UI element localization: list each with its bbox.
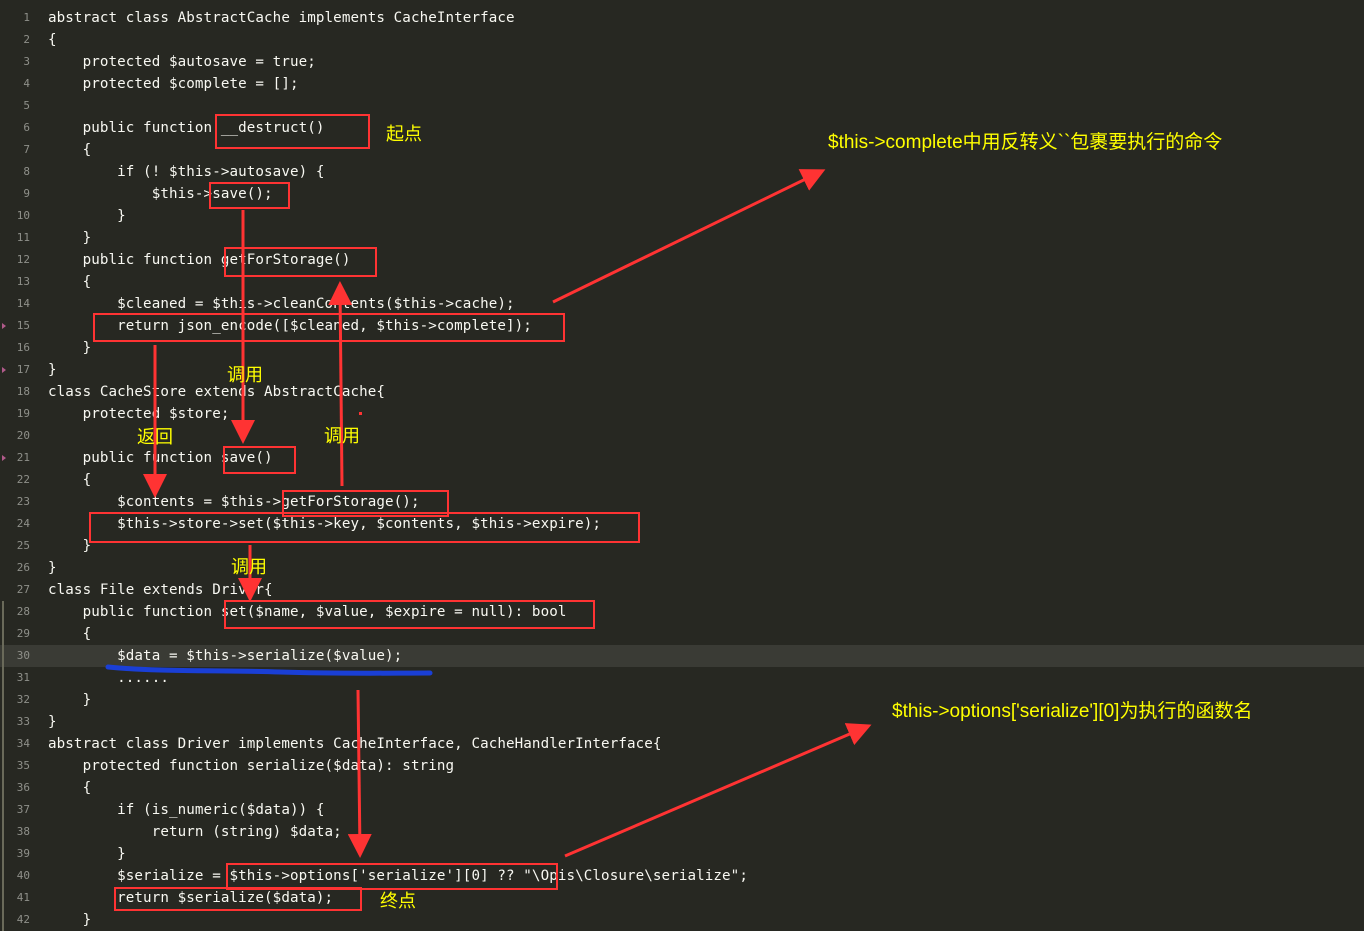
arrow-serialize-call — [347, 689, 372, 858]
label-return: 返回 — [137, 427, 173, 447]
label-call-2: 调用 — [324, 426, 360, 446]
arrow-complete-note — [552, 169, 826, 304]
box-destruct — [215, 114, 370, 149]
box-save-def — [223, 446, 296, 474]
label-call-3: 调用 — [231, 557, 267, 577]
note-options: $this->options['serialize'][0]为执行的函数名 — [892, 700, 1252, 722]
blue-underline — [105, 664, 433, 676]
box-store-set — [89, 512, 640, 543]
box-options-serialize — [226, 863, 558, 890]
label-call-1: 调用 — [227, 365, 263, 385]
arrow-call-getforstorage — [328, 281, 353, 487]
label-end: 终点 — [380, 891, 416, 911]
box-return-json — [93, 313, 565, 342]
box-return-serialize — [114, 887, 362, 911]
note-complete: $this->complete中用反转义``包裹要执行的命令 — [828, 131, 1222, 153]
box-getforstorage-def — [224, 247, 377, 277]
arrow-options-note — [564, 723, 872, 858]
box-save-call — [209, 182, 290, 209]
label-start: 起点 — [386, 124, 422, 144]
box-set-def — [224, 600, 595, 629]
red-dot — [359, 412, 362, 415]
annotation-layer: 起点 调用 返回 调用 调用 终点 $this->complete中用反转义``… — [89, 114, 1252, 911]
